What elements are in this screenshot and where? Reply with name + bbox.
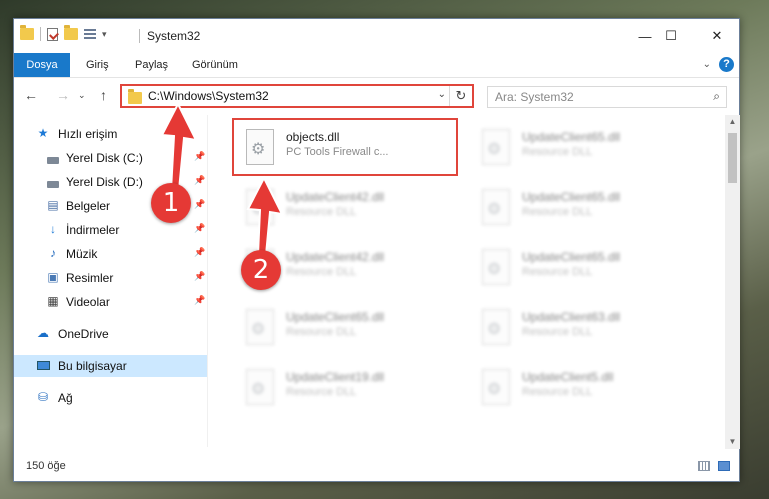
step-badge-1: 1 <box>151 183 191 223</box>
arrow-to-address-bar <box>160 101 198 191</box>
annotation-arrows <box>160 101 284 256</box>
arrow-to-file <box>246 175 284 256</box>
step-badge-2: 2 <box>241 250 281 290</box>
